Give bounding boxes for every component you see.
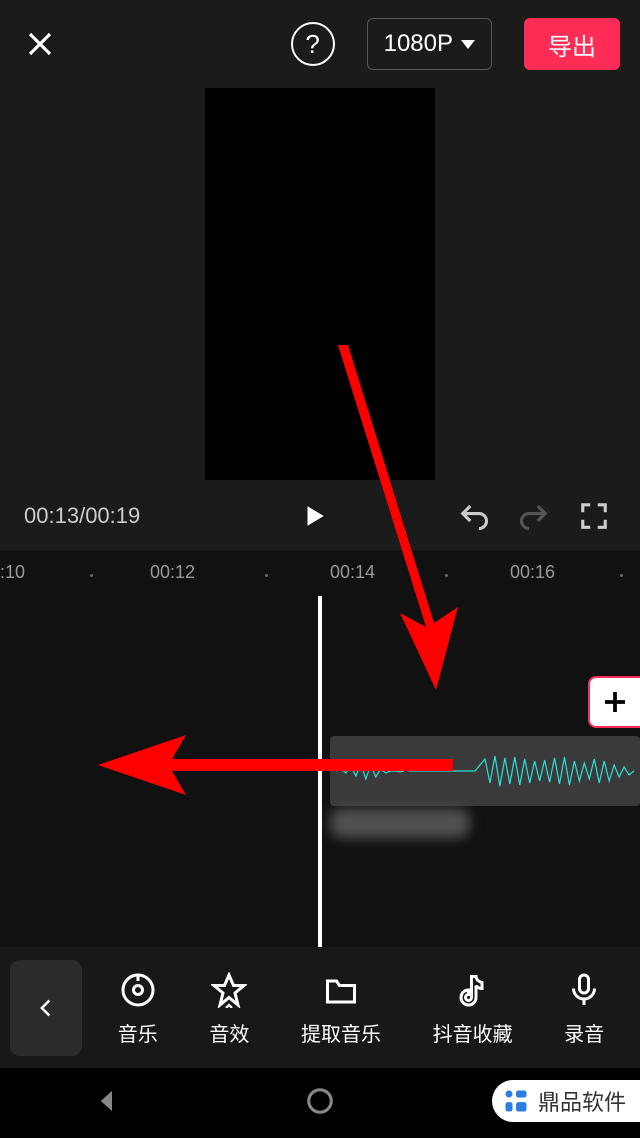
star-sound-icon <box>209 970 249 1010</box>
tool-soundfx[interactable]: 音效 <box>209 970 249 1047</box>
fullscreen-button[interactable] <box>572 494 616 538</box>
watermark-badge: 鼎品软件 <box>492 1080 640 1122</box>
nav-home[interactable] <box>305 1086 335 1121</box>
export-button[interactable]: 导出 <box>524 18 620 70</box>
annotation-arrow-down <box>330 345 460 690</box>
watermark-logo-icon <box>502 1087 530 1115</box>
dropdown-triangle-icon <box>461 40 475 49</box>
timeline-ruler[interactable]: 0:10 00:12 00:14 00:16 <box>0 552 640 596</box>
audio-clip-label-blurred <box>330 808 470 838</box>
annotation-arrow-left <box>98 730 453 800</box>
tool-music[interactable]: 音乐 <box>118 970 158 1047</box>
close-button[interactable] <box>20 24 60 64</box>
tool-extract-music[interactable]: 提取音乐 <box>301 970 381 1047</box>
nav-back[interactable] <box>92 1086 122 1121</box>
timecode: 00:13/00:19 <box>24 503 140 529</box>
douyin-icon <box>453 970 493 1010</box>
music-disc-icon <box>118 970 158 1010</box>
resolution-label: 1080P <box>384 30 453 58</box>
mic-icon <box>564 970 604 1010</box>
video-preview-area[interactable] <box>0 88 640 480</box>
help-button[interactable]: ? <box>291 22 335 66</box>
folder-icon <box>321 970 361 1010</box>
add-clip-button[interactable] <box>588 676 640 728</box>
redo-button <box>512 494 556 538</box>
resolution-dropdown[interactable]: 1080P <box>367 18 492 70</box>
toolbar-back-button[interactable] <box>10 960 82 1056</box>
tool-record[interactable]: 录音 <box>564 970 604 1047</box>
tool-douyin-fav[interactable]: 抖音收藏 <box>433 970 513 1047</box>
